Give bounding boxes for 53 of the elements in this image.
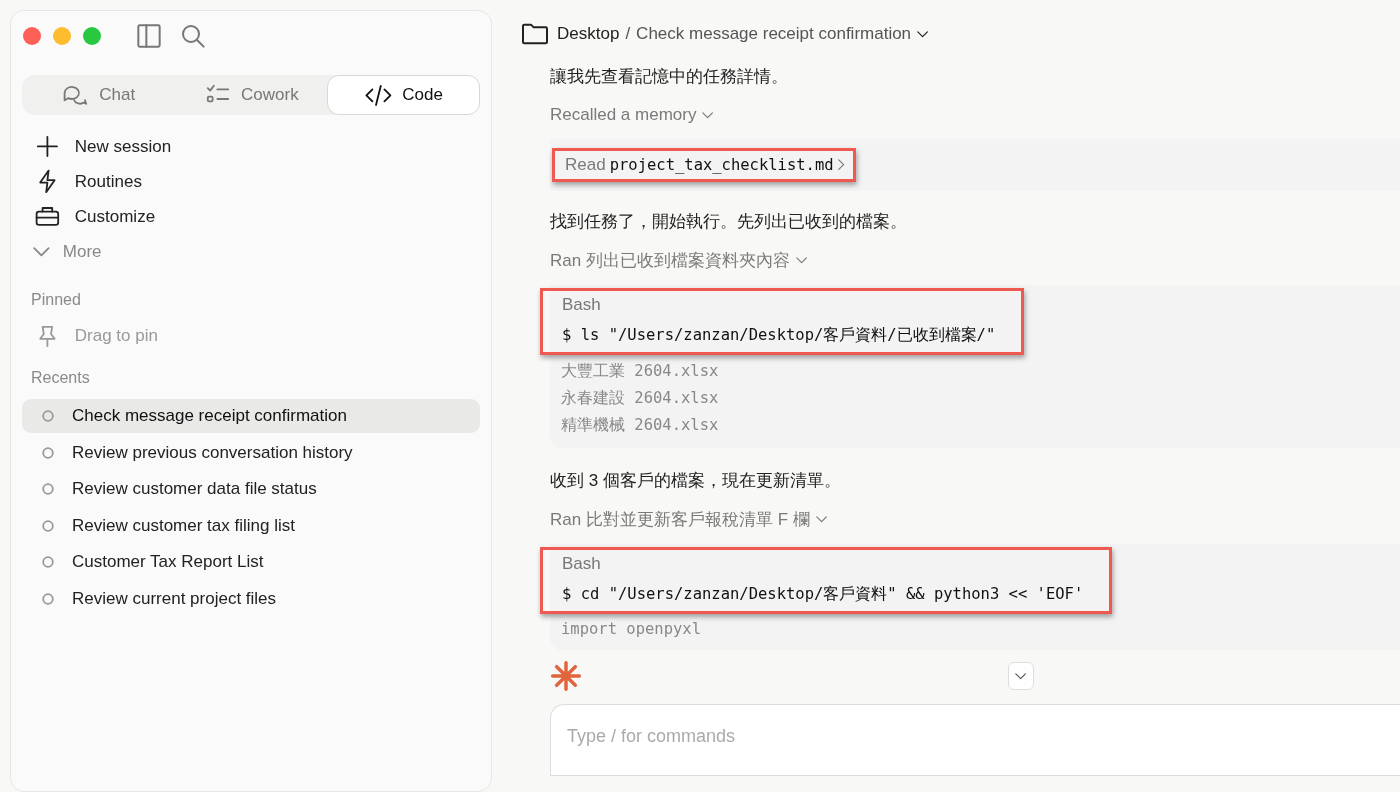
folder-name[interactable]: Desktop: [557, 24, 620, 44]
message-input[interactable]: Type / for commands: [565, 725, 969, 748]
scroll-down-button[interactable]: [1008, 662, 1034, 690]
command-output-line: import openpyxl: [561, 620, 702, 638]
shell-command: $ cd "/Users/zanzan/Desktop/客戶資料" && python3 << 'EOF': [562, 584, 1084, 605]
read-file-row[interactable]: Read project_tax_checklist.md: [552, 148, 856, 182]
status-circle-icon: [42, 556, 54, 568]
command-output-line: 精準機械 2604.xlsx: [561, 415, 720, 436]
nav-item[interactable]: Customize: [33, 199, 491, 234]
recent-session[interactable]: Review customer tax filing list: [22, 508, 480, 543]
chevron-right-icon: [837, 159, 844, 171]
recent-session[interactable]: Check message receipt confirmation: [22, 399, 480, 433]
status-circle-icon: [42, 519, 54, 532]
section-heading: Pinned: [30, 291, 82, 310]
session-title[interactable]: Check message receipt confirmation: [636, 24, 912, 44]
recent-session[interactable]: Customer Tax Report List: [22, 545, 480, 579]
command-output-line: 永春建設 2604.xlsx: [561, 388, 720, 409]
section-heading: Recents: [30, 369, 91, 388]
minimize-button[interactable]: [53, 27, 71, 45]
mode-tab[interactable]: Cowork: [174, 75, 328, 115]
sparkle-icon: [550, 660, 582, 692]
chevron-down-icon: [33, 246, 50, 257]
status-circle-icon: [42, 483, 54, 495]
status-circle-icon: [42, 410, 54, 422]
close-button[interactable]: [23, 27, 41, 45]
pin-hint: Drag to pin: [11, 319, 491, 353]
tool-summary-toggle[interactable]: Recalled a memory: [550, 96, 1400, 134]
tool-summary-toggle[interactable]: Ran 比對並更新客戶報稅清單 F 欄: [550, 500, 1400, 538]
status-circle-icon: [42, 592, 54, 605]
assistant-message: 收到 3 個客戶的檔案，現在更新清單。: [550, 469, 842, 492]
recent-session[interactable]: Review customer data file status: [22, 472, 480, 506]
status-circle-icon: [42, 446, 54, 459]
shell-label: Bash: [562, 295, 602, 315]
chevron-down-icon: [917, 30, 929, 38]
shell-label: Bash: [562, 554, 602, 574]
mode-tab[interactable]: Code: [327, 75, 480, 115]
assistant-message: 找到任務了，開始執行。先列出已收到的檔案。: [550, 210, 908, 233]
shell-command: $ ls "/Users/zanzan/Desktop/客戶資料/已收到檔案/": [562, 325, 996, 346]
chevron-down-icon: [702, 111, 714, 119]
chevron-down-icon: [1015, 672, 1027, 680]
nav-item[interactable]: New session: [33, 129, 491, 164]
nav-item[interactable]: Routines: [33, 164, 491, 199]
chevron-down-icon: [815, 515, 827, 523]
tool-summary-toggle[interactable]: Ran 列出已收到檔案資料夾內容: [550, 241, 1400, 279]
path-separator: /: [625, 24, 631, 44]
command-output-line: 大豐工業 2604.xlsx: [561, 361, 720, 382]
recent-session[interactable]: Review current project files: [22, 581, 480, 616]
nav-item[interactable]: More: [33, 234, 491, 269]
maximize-button[interactable]: [83, 27, 101, 45]
chevron-down-icon: [795, 256, 808, 264]
assistant-message: 讓我先查看記憶中的任務詳情。: [550, 65, 789, 88]
mode-tab[interactable]: Chat: [22, 75, 175, 115]
recent-session[interactable]: Review previous conversation history: [22, 435, 480, 470]
